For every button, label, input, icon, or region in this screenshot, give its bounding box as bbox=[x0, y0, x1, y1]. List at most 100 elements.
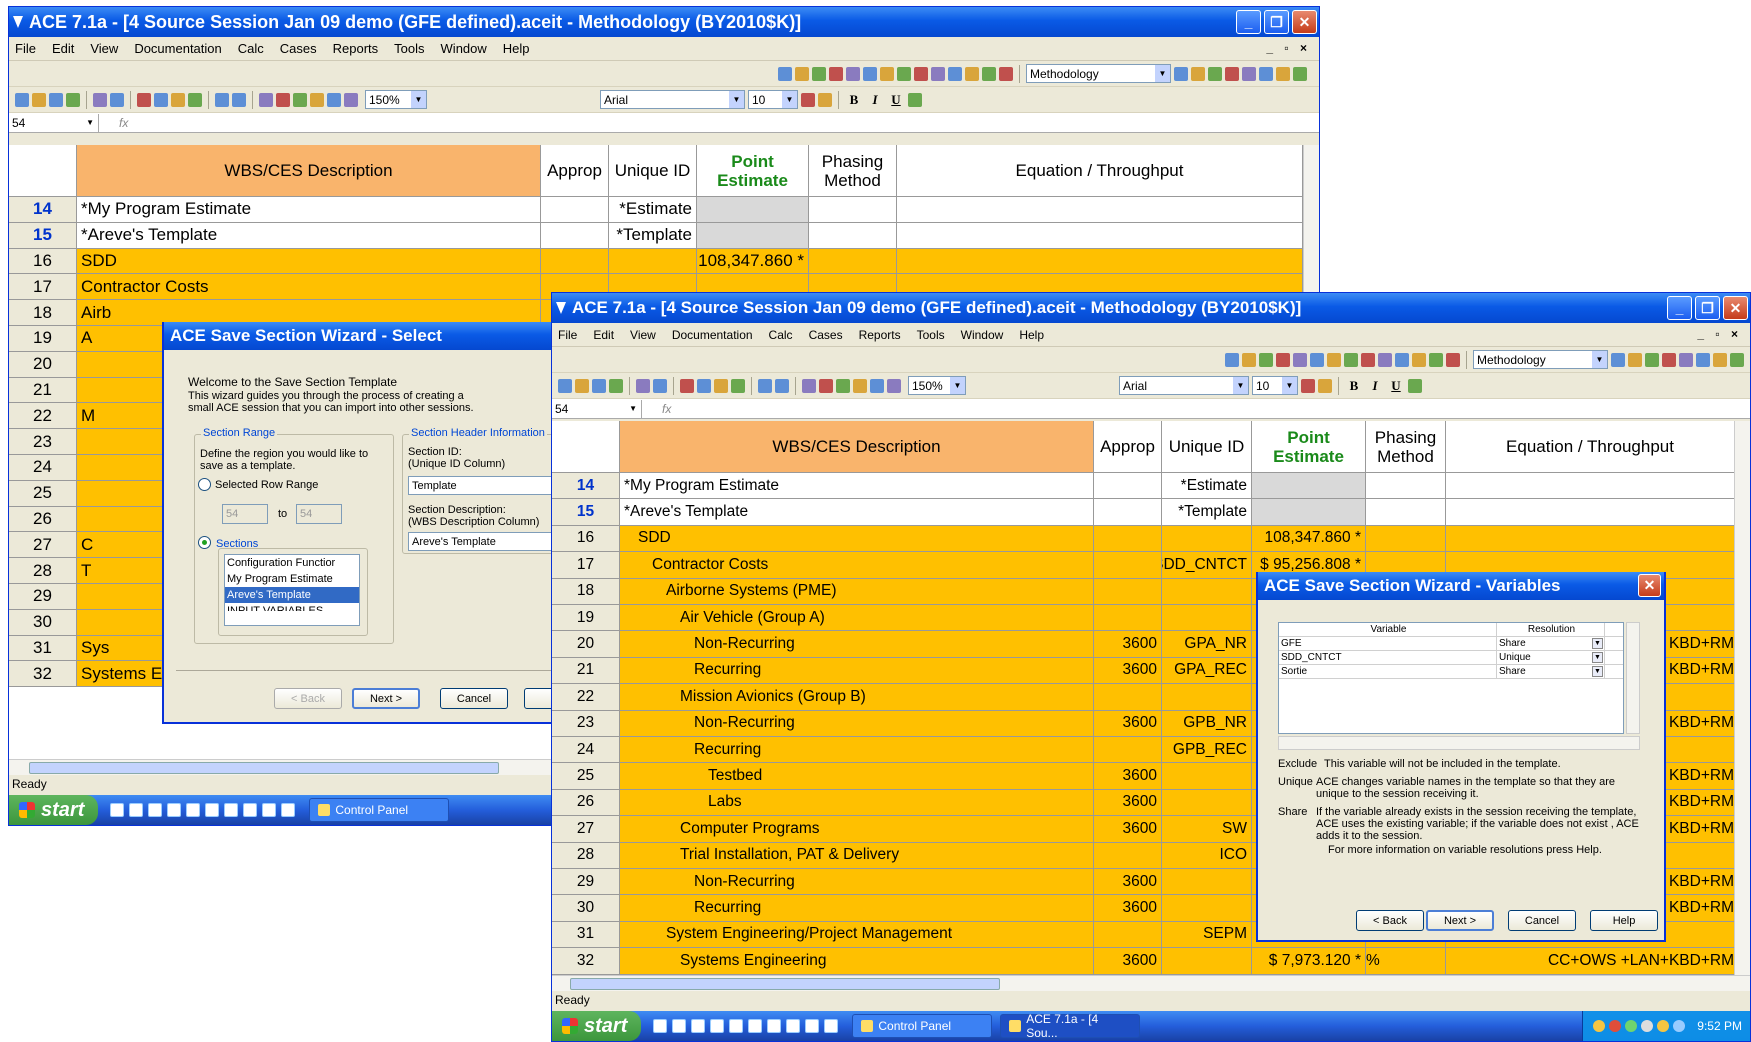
tool-icon[interactable] bbox=[1276, 66, 1290, 81]
tool-icon[interactable] bbox=[1225, 352, 1239, 367]
cell-approp[interactable]: 3600 bbox=[1094, 710, 1162, 736]
cell-uid[interactable]: *Estimate bbox=[609, 197, 697, 222]
cell-phase[interactable] bbox=[1366, 525, 1446, 552]
cell-uid[interactable]: GPB_NR bbox=[1162, 710, 1252, 736]
variables-scrollbar-h[interactable] bbox=[1278, 736, 1640, 750]
taskbar-control-panel[interactable]: Control Panel bbox=[309, 798, 450, 822]
new-icon[interactable] bbox=[15, 92, 29, 107]
quicklaunch-icon[interactable] bbox=[262, 803, 277, 817]
save-icon[interactable] bbox=[49, 92, 63, 107]
tool-icon[interactable] bbox=[1191, 66, 1205, 81]
clock[interactable]: 9:52 PM bbox=[1697, 1019, 1742, 1033]
help-button[interactable]: Help bbox=[1590, 910, 1658, 931]
cell-pe[interactable]: $ 7,973.120 * bbox=[1252, 948, 1366, 974]
cell-uid[interactable] bbox=[1162, 763, 1252, 789]
cell-uid[interactable] bbox=[1162, 525, 1252, 552]
tool-icon[interactable] bbox=[1208, 66, 1222, 81]
cell-uid[interactable]: GPB_REC bbox=[1162, 737, 1252, 763]
quicklaunch-icon[interactable] bbox=[672, 1019, 687, 1033]
menu-window[interactable]: Window bbox=[441, 41, 487, 56]
restore-button[interactable]: ❐ bbox=[1695, 296, 1720, 320]
quicklaunch-icon[interactable] bbox=[805, 1019, 820, 1033]
quicklaunch-icon[interactable] bbox=[148, 803, 163, 817]
tool-icon[interactable] bbox=[948, 66, 962, 81]
column-header-eq[interactable]: Equation / Throughput bbox=[1446, 421, 1735, 472]
start-button[interactable]: start bbox=[552, 1011, 642, 1041]
cell-eq[interactable] bbox=[897, 197, 1303, 222]
open-icon[interactable] bbox=[32, 92, 46, 107]
tray-icon[interactable] bbox=[1609, 1020, 1622, 1032]
column-header-phase[interactable]: Phasing Method bbox=[809, 145, 897, 196]
menu-help[interactable]: Help bbox=[1019, 328, 1044, 342]
cell-phase[interactable] bbox=[1366, 473, 1446, 499]
cell-phase[interactable] bbox=[809, 222, 897, 248]
tool-icon[interactable] bbox=[1242, 66, 1256, 81]
column-header-approp[interactable]: Approp bbox=[541, 145, 609, 196]
column-header-num[interactable] bbox=[9, 145, 77, 196]
mdi-controls[interactable]: _ ▫ × bbox=[1697, 327, 1742, 341]
next-button[interactable]: Next > bbox=[1426, 910, 1494, 931]
number-format-icon[interactable] bbox=[908, 92, 922, 107]
undo-icon[interactable] bbox=[215, 92, 229, 107]
chevron-down-icon[interactable]: ▼ bbox=[782, 91, 797, 108]
undo-icon[interactable] bbox=[758, 378, 772, 393]
cell-num[interactable]: 28 bbox=[9, 558, 77, 583]
table-row[interactable]: 15 *Areve's Template *Template bbox=[9, 222, 1303, 249]
underline-button[interactable]: U bbox=[887, 92, 905, 108]
quicklaunch-icon[interactable] bbox=[281, 803, 296, 817]
cell-num[interactable]: 27 bbox=[9, 532, 77, 558]
quicklaunch-icon[interactable] bbox=[729, 1019, 744, 1033]
cell-desc[interactable]: Recurring bbox=[620, 657, 1094, 684]
cell-desc[interactable]: *Areve's Template bbox=[620, 499, 1094, 525]
fill-color-icon[interactable] bbox=[1318, 378, 1332, 393]
cell-approp[interactable] bbox=[1094, 605, 1162, 631]
quicklaunch-icon[interactable] bbox=[205, 803, 220, 817]
cell-num[interactable]: 32 bbox=[9, 661, 77, 687]
cell-uid[interactable] bbox=[1162, 684, 1252, 710]
font-combo[interactable]: Arial ▼ bbox=[1119, 376, 1249, 395]
range-from-field[interactable]: 54 bbox=[222, 504, 268, 524]
tool-icon[interactable] bbox=[812, 66, 826, 81]
cell-eq[interactable] bbox=[897, 248, 1303, 274]
cell-approp[interactable]: 3600 bbox=[1094, 631, 1162, 657]
open-icon[interactable] bbox=[575, 378, 589, 393]
cell-uid[interactable] bbox=[609, 248, 697, 274]
cell-approp[interactable] bbox=[1094, 737, 1162, 763]
quicklaunch-icon[interactable] bbox=[110, 803, 125, 817]
cell-pe[interactable] bbox=[1252, 473, 1366, 499]
cell-variable[interactable]: Sortie bbox=[1279, 665, 1497, 678]
scroll-thumb[interactable] bbox=[570, 978, 1000, 990]
cell-uid[interactable]: *Estimate bbox=[1162, 473, 1252, 499]
tool-icon[interactable] bbox=[276, 92, 290, 107]
cell-num[interactable]: 24 bbox=[552, 737, 620, 763]
cell-uid[interactable]: GPA_REC bbox=[1162, 657, 1252, 684]
save-section-variables-dialog[interactable]: ACE Save Section Wizard - Variables ✕ Var… bbox=[1256, 572, 1666, 942]
tool-icon[interactable] bbox=[609, 378, 623, 393]
list-item[interactable]: My Program Estimate bbox=[225, 571, 359, 587]
tool-icon[interactable] bbox=[795, 66, 809, 81]
tool-icon[interactable] bbox=[293, 92, 307, 107]
cell-desc[interactable]: *Areve's Template bbox=[77, 222, 541, 248]
column-header-uid[interactable]: Unique ID bbox=[609, 145, 697, 196]
tool-icon[interactable] bbox=[965, 66, 979, 81]
cell-approp[interactable]: 3600 bbox=[1094, 816, 1162, 842]
variables-table[interactable]: Variable Resolution GFE Share ▼ SDD_CNTCT Un… bbox=[1278, 622, 1624, 734]
tool-icon[interactable] bbox=[887, 378, 901, 393]
tool-icon[interactable] bbox=[1645, 352, 1659, 367]
cell-pe[interactable] bbox=[1252, 499, 1366, 525]
cell-num[interactable]: 14 bbox=[552, 473, 620, 499]
tool-icon[interactable] bbox=[880, 66, 894, 81]
menu-calc[interactable]: Calc bbox=[769, 328, 793, 342]
mdi-controls[interactable]: _ ▫ × bbox=[1266, 41, 1311, 55]
cell-desc[interactable]: Non-Recurring bbox=[620, 631, 1094, 657]
cell-desc[interactable]: Testbed bbox=[620, 763, 1094, 789]
cell-approp[interactable] bbox=[1094, 525, 1162, 552]
print-icon[interactable] bbox=[636, 378, 650, 393]
menu-documentation[interactable]: Documentation bbox=[134, 41, 221, 56]
cell-approp[interactable] bbox=[541, 248, 609, 274]
quicklaunch-icon[interactable] bbox=[824, 1019, 839, 1033]
cut-icon[interactable] bbox=[680, 378, 694, 393]
cell-uid[interactable]: SEPM bbox=[1162, 921, 1252, 948]
cell-num[interactable]: 17 bbox=[552, 552, 620, 578]
font-combo[interactable]: Arial ▼ bbox=[600, 90, 745, 109]
